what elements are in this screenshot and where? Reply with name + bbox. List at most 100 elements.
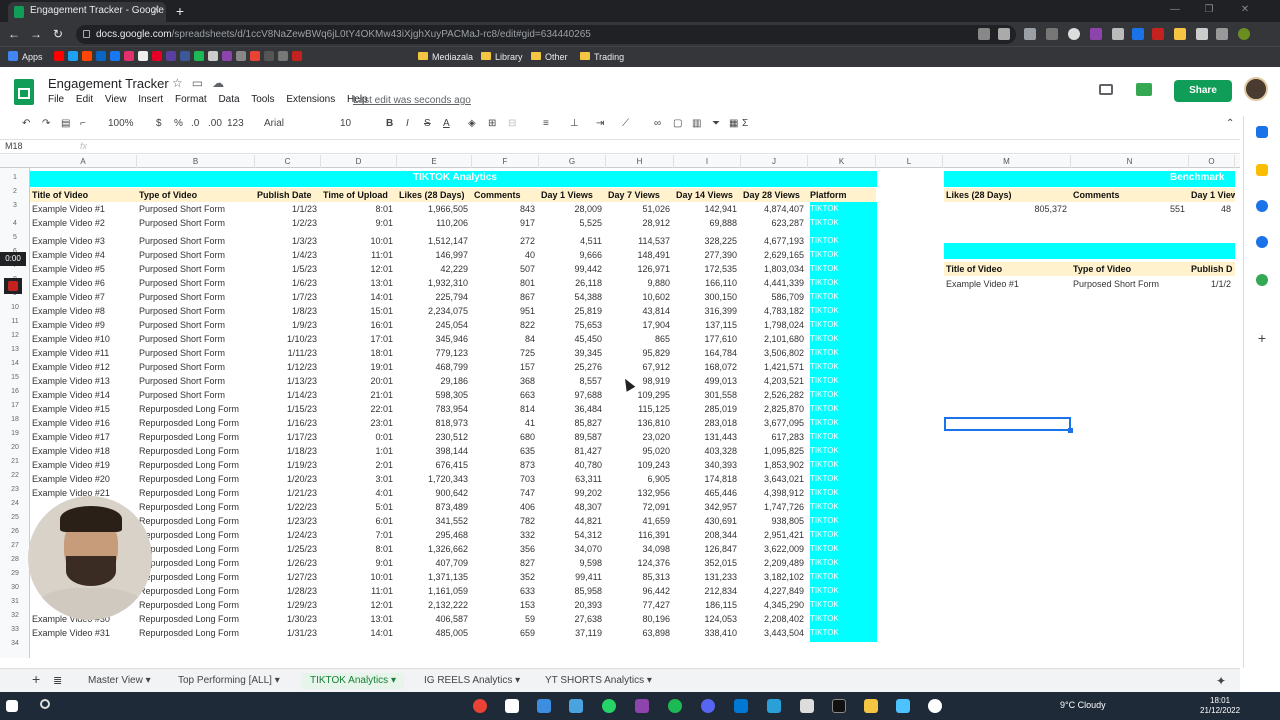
table-cell[interactable]: 168,072 [674,360,741,374]
table-cell[interactable]: 9,598 [539,556,606,570]
close-tab-icon[interactable]: ✕ [152,2,160,20]
table-cell[interactable]: 1/6/23 [255,276,321,290]
bookmark-icon[interactable] [236,51,246,61]
table-cell[interactable]: 34,098 [606,542,674,556]
profile-icon[interactable] [1238,28,1250,40]
table-cell[interactable]: 1/8/23 [255,304,321,318]
table-cell[interactable]: 368 [472,374,539,388]
table-cell[interactable]: 345,946 [397,332,472,346]
row-number[interactable]: 28 [0,556,30,563]
column-header-m[interactable]: M [943,155,1071,168]
table-cell[interactable]: 342,957 [674,500,741,514]
table-cell[interactable]: Purposed Short Form [137,360,255,374]
whatsapp-icon[interactable] [602,699,616,713]
row-number[interactable]: 12 [0,332,30,339]
table-cell[interactable]: 2,132,222 [397,598,472,612]
table-cell[interactable]: 6,905 [606,472,674,486]
browser-tab[interactable]: Engagement Tracker - Google Sh ✕ [8,2,166,22]
table-cell[interactable]: 12:01 [321,262,397,276]
table-cell[interactable]: Purposed Short Form [137,234,255,248]
table-cell[interactable]: 4,677,193 [741,234,808,248]
platform-cell[interactable]: TIKTOK [808,416,876,430]
table-cell[interactable]: 4:01 [321,486,397,500]
table-cell[interactable]: 124,376 [606,556,674,570]
window-close-icon[interactable]: ✕ [1236,2,1254,18]
column-title[interactable]: Publish Date [255,188,321,202]
menu-file[interactable]: File [48,94,64,105]
table-cell[interactable]: 84 [472,332,539,346]
font-select[interactable]: Arial [264,116,284,132]
table-cell[interactable]: 295,468 [397,528,472,542]
table-cell[interactable]: 124,053 [674,612,741,626]
table-cell[interactable]: 272 [472,234,539,248]
column-title[interactable]: Time of Upload [321,188,397,202]
tasks-icon[interactable] [1256,200,1268,212]
video-title-cell[interactable]: Example Video #6 [30,276,137,290]
video-title-cell[interactable]: Example Video #14 [30,388,137,402]
table-cell[interactable]: Purposed Short Form [137,304,255,318]
add-addon-icon[interactable]: + [1256,331,1268,345]
table-cell[interactable]: 398,144 [397,444,472,458]
column-header-o[interactable]: O [1189,155,1235,168]
url-input[interactable]: docs.google.com/spreadsheets/d/1ccV8NaZe… [76,25,1016,44]
row-number[interactable]: 5 [0,234,30,241]
paint-format-icon[interactable]: ⌐ [80,116,86,132]
table-cell[interactable]: 1/5/23 [255,262,321,276]
table-cell[interactable]: 18:01 [321,346,397,360]
platform-cell[interactable]: TIKTOK [808,248,876,262]
bookmark-apps[interactable]: Apps [8,51,43,64]
column-title[interactable]: Title of Video [30,188,137,202]
table-cell[interactable]: 51,026 [606,202,674,216]
table-cell[interactable]: 9,880 [606,276,674,290]
table-cell[interactable]: 5:01 [321,500,397,514]
table-cell[interactable]: 42,229 [397,262,472,276]
add-sheet-icon[interactable]: + [32,671,40,687]
table-cell[interactable]: 3,443,504 [741,626,808,640]
cloud-status-icon[interactable]: ☁ [212,76,233,90]
menu-tools[interactable]: Tools [251,94,274,105]
table-cell[interactable]: 22:01 [321,402,397,416]
table-cell[interactable]: 77,427 [606,598,674,612]
table-cell[interactable]: 19:01 [321,360,397,374]
avatar[interactable] [1244,77,1268,101]
table-cell[interactable]: 109,243 [606,458,674,472]
table-cell[interactable]: 109,295 [606,388,674,402]
bold-button[interactable]: B [386,116,393,132]
table-cell[interactable]: 468,799 [397,360,472,374]
windows-start-icon[interactable] [6,700,18,712]
platform-cell[interactable]: TIKTOK [808,332,876,346]
table-cell[interactable]: 316,399 [674,304,741,318]
platform-cell[interactable]: TIKTOK [808,216,876,230]
video-title-cell[interactable]: Example Video #19 [30,458,137,472]
instagram-icon[interactable] [124,51,134,61]
platform-cell[interactable]: TIKTOK [808,304,876,318]
table-cell[interactable]: 72,091 [606,500,674,514]
table-cell[interactable]: 2,825,870 [741,402,808,416]
last-edit-link[interactable]: Last edit was seconds ago [353,95,471,106]
text-color-button[interactable]: A [443,116,450,132]
wrap-icon[interactable]: ⇥ [596,116,604,132]
table-cell[interactable]: 28,009 [539,202,606,216]
menu-data[interactable]: Data [218,94,239,105]
table-cell[interactable]: 2,101,680 [741,332,808,346]
extension-icon[interactable] [1046,28,1058,40]
table-cell[interactable]: 41,659 [606,514,674,528]
table-cell[interactable]: 148,491 [606,248,674,262]
table-cell[interactable]: Repurposded Long Form [137,444,255,458]
table-cell[interactable]: 131,233 [674,570,741,584]
table-cell[interactable]: 4,511 [539,234,606,248]
video-title-cell[interactable]: Example Video #12 [30,360,137,374]
table-cell[interactable]: 499,013 [674,374,741,388]
table-cell[interactable]: 783,954 [397,402,472,416]
table-cell[interactable]: 172,535 [674,262,741,276]
twitter-icon[interactable] [68,51,78,61]
bookmark-icon[interactable] [180,51,190,61]
table-cell[interactable]: 98,919 [606,374,674,388]
platform-cell[interactable]: TIKTOK [808,262,876,276]
tab-tiktok-analytics[interactable]: TIKTOK Analytics ▾ [302,673,404,689]
percent-button[interactable]: % [174,116,183,132]
row-number[interactable]: 21 [0,458,30,465]
table-cell[interactable]: 635 [472,444,539,458]
link-icon[interactable]: ∞ [654,116,661,132]
extension-icon[interactable] [1174,28,1186,40]
